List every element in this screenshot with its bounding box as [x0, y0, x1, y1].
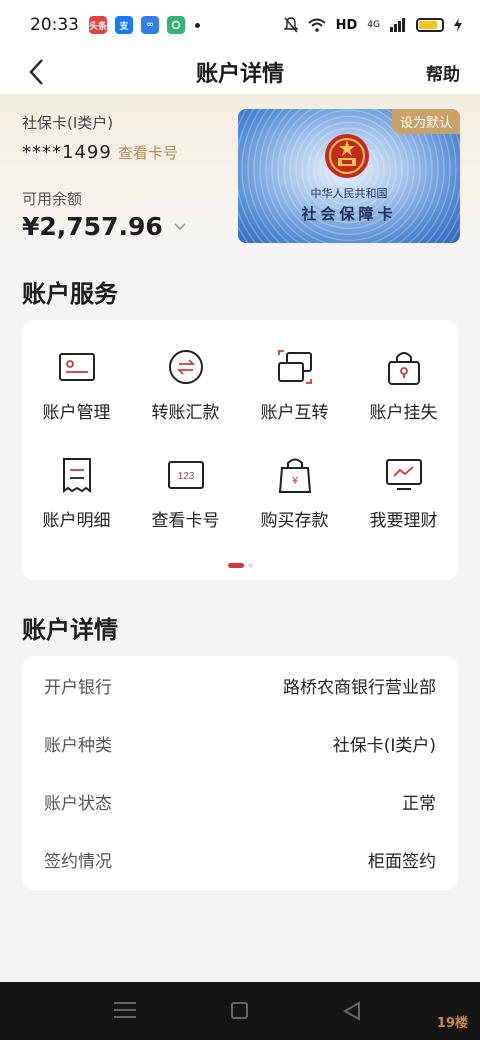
balance-value: ¥2,757.96	[22, 212, 163, 241]
system-back-button[interactable]	[342, 1001, 361, 1025]
service-label: 购买存款	[260, 511, 329, 531]
account-type: 社保卡(I类户)	[22, 114, 114, 132]
system-nav-bar: 19楼	[0, 982, 480, 1040]
social-security-card-image[interactable]: 设为默认 中华人民共和国 社会保障卡	[238, 109, 460, 243]
lock-bag-icon	[383, 346, 425, 388]
card-number-icon-text: 123	[177, 471, 194, 482]
detail-value: 正常	[402, 793, 436, 814]
card-number-icon: 123	[165, 454, 207, 496]
detail-row-status: 账户状态 正常	[22, 772, 458, 830]
more-notifications-dot	[195, 22, 200, 28]
infinity-app-icon: ∞	[141, 16, 159, 34]
detail-row-signing: 签约情况 柜面签约	[22, 830, 458, 888]
service-label: 转账汇款	[151, 403, 220, 423]
service-wealth-management[interactable]: 我要理财	[349, 454, 458, 562]
mutual-transfer-icon	[274, 346, 316, 388]
page-dot	[247, 563, 253, 568]
status-bar: 20:33 头条 支 ∞ HD 4G	[0, 0, 480, 50]
detail-label: 签约情况	[44, 851, 112, 872]
notification-icons: 头条 支 ∞	[89, 16, 200, 34]
page-indicator	[22, 563, 458, 568]
alipay-icon: 支	[115, 16, 133, 34]
service-buy-deposit[interactable]: ¥ 购买存款	[240, 454, 349, 562]
national-emblem-icon	[325, 134, 369, 178]
balance-label: 可用余额	[22, 190, 83, 208]
services-section-title: 账户服务	[22, 280, 118, 308]
charging-icon	[454, 18, 462, 32]
card-country-text: 中华人民共和国	[310, 187, 388, 200]
detail-row-account-type: 账户种类 社保卡(I类户)	[22, 714, 458, 772]
balance-row: ¥2,757.96	[22, 212, 187, 241]
battery-icon	[416, 18, 444, 32]
deposit-icon-text: ¥	[290, 475, 298, 487]
detail-label: 账户种类	[44, 735, 112, 756]
service-label: 账户管理	[42, 403, 111, 423]
chevron-down-icon[interactable]	[173, 217, 187, 236]
service-label: 账户互转	[260, 403, 329, 423]
service-account-details[interactable]: 账户明细	[22, 454, 131, 562]
status-right: HD 4G	[283, 17, 462, 33]
service-label: 我要理财	[369, 511, 438, 531]
deposit-bag-icon: ¥	[274, 454, 316, 496]
service-label: 查看卡号	[151, 511, 220, 531]
detail-value: 路桥农商银行营业部	[283, 677, 436, 698]
chart-monitor-icon	[383, 454, 425, 496]
mute-bell-icon	[283, 17, 298, 33]
service-label: 账户明细	[42, 511, 111, 531]
services-panel: 账户管理 转账汇款 账户互转 账户挂失 账户明细 123 查看卡号 ¥ 购买存款…	[22, 320, 458, 580]
chevron-left-icon	[29, 59, 43, 85]
signal-type: 4G	[367, 20, 380, 30]
page-title: 账户详情	[195, 62, 284, 87]
watermark: 19楼	[436, 1016, 468, 1031]
service-account-management[interactable]: 账户管理	[22, 346, 131, 454]
page-dot-active	[227, 563, 244, 568]
service-mutual-transfer[interactable]: 账户互转	[240, 346, 349, 454]
card-name-text: 社会保障卡	[301, 205, 397, 223]
account-summary: 社保卡(I类户) ****1499 查看卡号 可用余额 ¥2,757.96 设为…	[0, 94, 480, 264]
service-view-card-number[interactable]: 123 查看卡号	[131, 454, 240, 562]
help-button[interactable]: 帮助	[426, 60, 460, 85]
card-number-row: ****1499 查看卡号	[22, 142, 178, 163]
detail-value: 社保卡(I类户)	[332, 735, 436, 756]
detail-label: 账户状态	[44, 793, 112, 814]
green-app-icon	[167, 16, 185, 34]
status-time: 20:33	[30, 15, 79, 35]
set-default-button[interactable]: 设为默认	[391, 109, 460, 134]
details-section-title: 账户详情	[22, 616, 118, 644]
toutiao-icon: 头条	[89, 16, 107, 34]
card-number: ****1499	[22, 142, 112, 163]
home-button[interactable]	[231, 1002, 248, 1019]
network-type: HD	[335, 17, 358, 33]
service-report-loss[interactable]: 账户挂失	[349, 346, 458, 454]
detail-row-bank: 开户银行 路桥农商银行营业部	[22, 656, 458, 714]
account-card-icon	[56, 346, 98, 388]
receipt-icon	[56, 454, 98, 496]
detail-label: 开户银行	[44, 677, 112, 698]
service-label: 账户挂失	[369, 403, 438, 423]
detail-value: 柜面签约	[368, 851, 436, 872]
nav-bar: 账户详情 帮助	[0, 50, 480, 94]
details-panel: 开户银行 路桥农商银行营业部 账户种类 社保卡(I类户) 账户状态 正常 签约情…	[22, 656, 458, 890]
view-card-number-link[interactable]: 查看卡号	[118, 142, 178, 163]
signal-bars-icon	[390, 18, 405, 32]
wifi-icon	[307, 18, 326, 32]
service-transfer[interactable]: 转账汇款	[131, 346, 240, 454]
recent-apps-button[interactable]	[114, 1002, 136, 1018]
transfer-icon	[165, 346, 207, 388]
services-grid: 账户管理 转账汇款 账户互转 账户挂失 账户明细 123 查看卡号 ¥ 购买存款…	[22, 346, 458, 562]
back-button[interactable]	[18, 54, 54, 90]
